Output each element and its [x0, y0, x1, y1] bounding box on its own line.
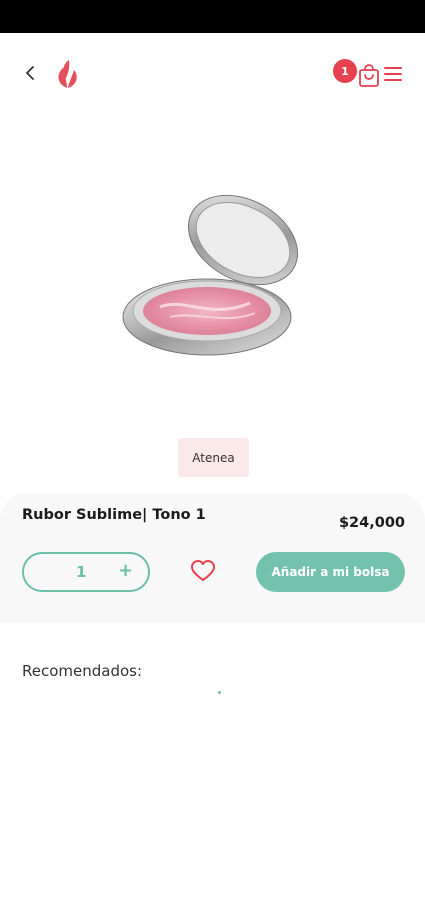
cart-count-badge: 1	[333, 59, 357, 83]
chevron-left-icon	[26, 66, 34, 80]
quantity-stepper[interactable]: 1 +	[22, 552, 150, 592]
product-name: Rubor Sublime| Tono 1	[22, 507, 206, 523]
back-button[interactable]	[18, 61, 42, 85]
leaf-logo-icon	[58, 60, 77, 88]
status-bar	[0, 0, 425, 33]
hamburger-menu-icon[interactable]	[383, 66, 403, 82]
top-bar: 1	[0, 33, 425, 113]
quantity-value: 1	[76, 563, 87, 581]
product-detail-panel: Rubor Sublime| Tono 1 $24,000 1 + Añadir…	[0, 493, 425, 623]
add-to-bag-button[interactable]: Añadir a mi bolsa	[256, 552, 405, 592]
cart-button[interactable]: 1	[333, 59, 381, 93]
loading-indicator	[218, 691, 221, 694]
product-image	[122, 194, 299, 356]
brand-chip[interactable]: Atenea	[178, 438, 249, 477]
recommendations-title: Recomendados:	[22, 662, 143, 680]
heart-icon[interactable]	[190, 559, 216, 583]
increment-button[interactable]: +	[118, 560, 133, 581]
shopping-bag-icon	[359, 64, 379, 87]
product-price: $24,000	[338, 515, 405, 531]
